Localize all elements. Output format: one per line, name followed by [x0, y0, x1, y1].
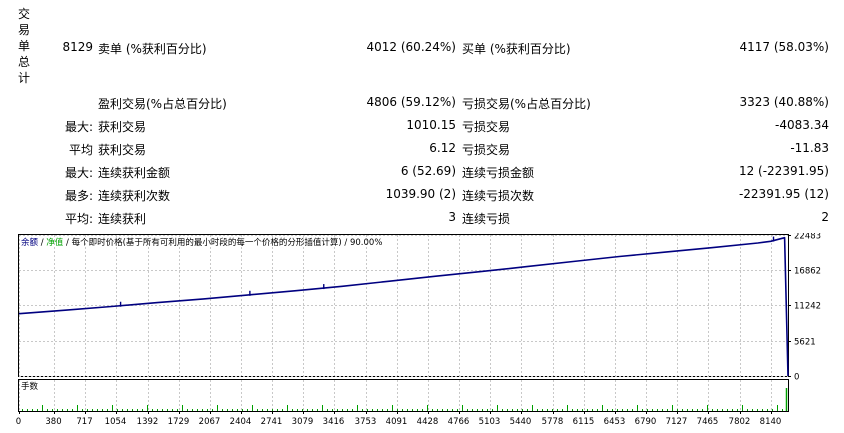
right-label: 亏损交易(%占总百分比): [462, 97, 591, 111]
x-tick-label: 1054: [105, 417, 127, 427]
y-tick-label: 16862: [794, 267, 821, 277]
x-tick-label: 7802: [729, 417, 751, 427]
x-tick-label: 4766: [448, 417, 470, 427]
chart-legend: 余额 / 净值 / 每个即时价格(基于所有可利用的最小时段的每一个价格的分形插值…: [21, 237, 382, 248]
right-value: 12 (-22391.95): [738, 164, 829, 178]
x-tick-label: 4091: [386, 417, 408, 427]
right-label: 连续亏损金额: [462, 166, 535, 180]
right-label: 亏损交易: [462, 143, 511, 157]
left-label: 连续获利: [98, 212, 147, 226]
row-prefix: 最大:: [64, 166, 93, 180]
x-tick-label: 4428: [417, 417, 439, 427]
left-label: 连续获利金额: [98, 166, 171, 180]
left-value: 3: [448, 210, 456, 224]
y-tick-label: 11242: [794, 302, 821, 312]
legend-description: / 每个即时价格(基于所有可利用的最小时段的每一个价格的分形插值计算) / 90…: [63, 237, 382, 248]
sell-trades-value: 4012 (60.24%): [366, 40, 456, 54]
x-tick-label: 1729: [168, 417, 190, 427]
x-tick-label: 2741: [261, 417, 283, 427]
balance-chart: 22483 16862 11242 5621 0 0 380 717 1054 1392 1729…: [16, 233, 821, 427]
x-tick-label: 0: [16, 417, 21, 427]
x-tick-label: 5440: [510, 417, 532, 427]
left-value: 6.12: [429, 141, 456, 155]
x-tick-label: 6115: [573, 417, 595, 427]
left-label: 盈利交易(%占总百分比): [98, 97, 227, 111]
x-tick-label: 7465: [697, 417, 719, 427]
x-tick-label: 2067: [199, 417, 221, 427]
buy-trades-label: 买单 (%获利百分比): [462, 42, 571, 56]
row-prefix: 最多:: [64, 189, 93, 203]
x-tick-label: 380: [45, 417, 61, 427]
left-label: 获利交易: [98, 143, 147, 157]
x-tick-label: 5778: [542, 417, 564, 427]
x-axis-ticks: 0 380 717 1054 1392 1729 2067 2404 2741 3079 3416 3…: [16, 411, 782, 427]
x-tick-label: 3416: [323, 417, 345, 427]
y-tick-label: 5621: [794, 338, 816, 348]
left-label: 获利交易: [98, 120, 147, 134]
sell-trades-label: 卖单 (%获利百分比): [98, 42, 207, 56]
right-label: 连续亏损次数: [462, 189, 535, 203]
row-prefix: 平均:: [64, 212, 93, 226]
right-label: 连续亏损: [462, 212, 511, 226]
x-tick-label: 2404: [230, 417, 252, 427]
x-tick-label: 5103: [479, 417, 501, 427]
right-value: -11.83: [790, 141, 829, 155]
right-value: -22391.95 (12): [738, 187, 829, 201]
x-tick-label: 717: [76, 417, 92, 427]
right-value: 3323 (40.88%): [739, 95, 829, 109]
buy-trades-value: 4117 (58.03%): [739, 40, 829, 54]
row-prefix: 平均: [68, 143, 93, 157]
legend-balance: 余额: [21, 237, 39, 248]
side-label: 交 易 单 总 计: [17, 7, 30, 85]
right-value: -4083.34: [775, 118, 829, 132]
left-value: 1010.15: [406, 118, 456, 132]
left-value: 4806 (59.12%): [366, 95, 456, 109]
volume-label: 手数: [21, 381, 39, 392]
x-tick-label: 1392: [137, 417, 159, 427]
y-axis-ticks: 22483 16862 11242 5621 0: [788, 233, 821, 383]
x-tick-label: 6790: [635, 417, 657, 427]
legend-equity: 净值: [46, 237, 64, 248]
total-trades-value: 8129: [62, 40, 93, 54]
row-prefix: 最大:: [64, 120, 93, 134]
x-tick-label: 3753: [355, 417, 377, 427]
y-tick-label: 22483: [794, 233, 821, 242]
x-tick-label: 3079: [292, 417, 314, 427]
legend-separator: /: [38, 238, 46, 248]
x-tick-label: 7127: [666, 417, 688, 427]
x-tick-label: 6453: [604, 417, 626, 427]
y-tick-label: 0: [794, 373, 799, 383]
right-value: 2: [821, 210, 829, 224]
left-label: 连续获利次数: [98, 189, 171, 203]
left-value: 1039.90 (2): [385, 187, 456, 201]
right-label: 亏损交易: [462, 120, 511, 134]
x-tick-label: 8140: [760, 417, 782, 427]
left-value: 6 (52.69): [400, 164, 456, 178]
